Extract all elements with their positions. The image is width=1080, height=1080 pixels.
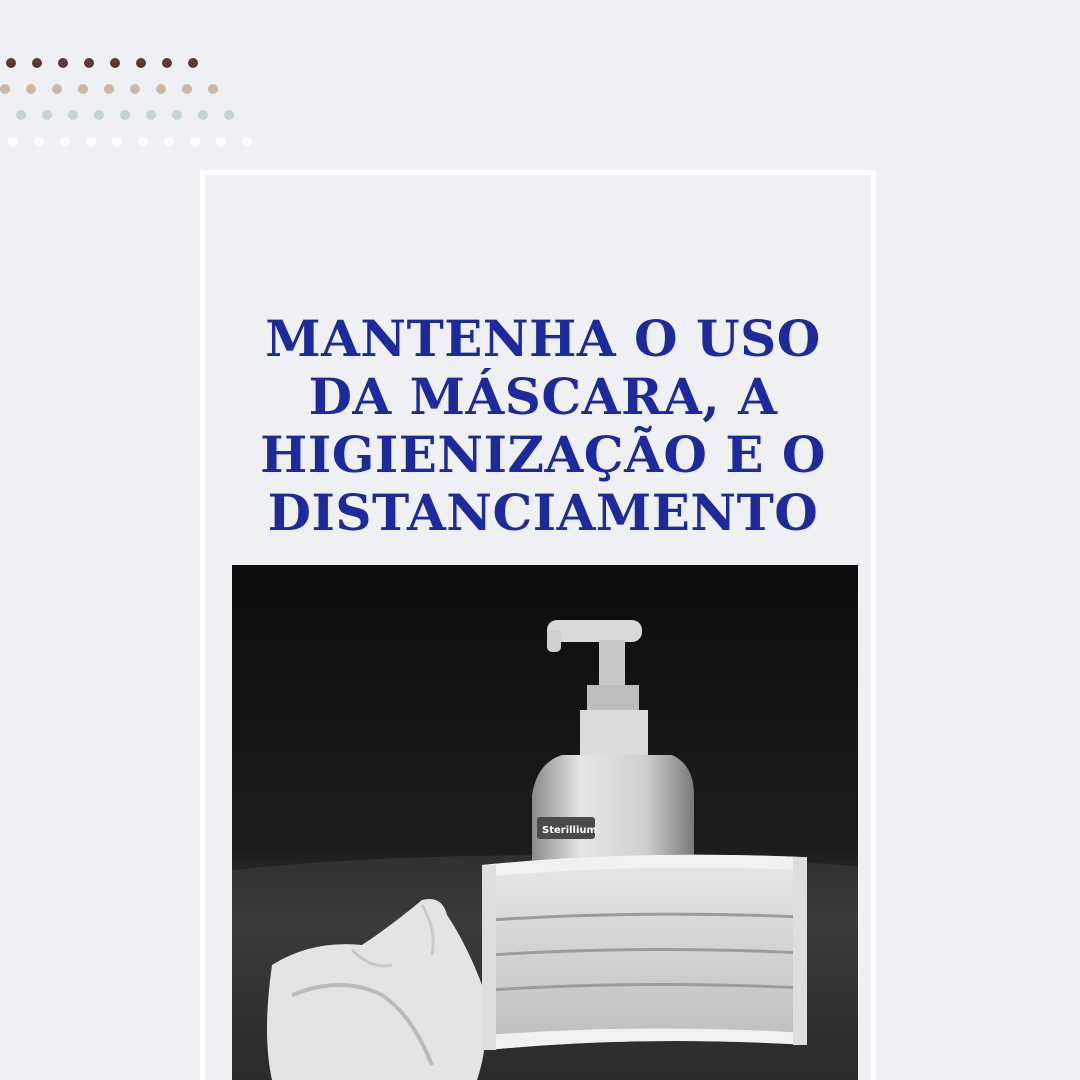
decor-dot bbox=[188, 58, 198, 68]
headline-line-2: DA MÁSCARA, A bbox=[308, 367, 778, 426]
headline: MANTENHA O USO DA MÁSCARA, A HIGIENIZAÇÃ… bbox=[205, 310, 881, 542]
decor-dot bbox=[242, 137, 252, 147]
decor-dot bbox=[136, 58, 146, 68]
decor-dot bbox=[68, 110, 78, 120]
decor-dot bbox=[26, 84, 36, 94]
decor-dot bbox=[60, 137, 70, 147]
decor-dot bbox=[130, 84, 140, 94]
decor-dot bbox=[58, 58, 68, 68]
decor-dot bbox=[216, 137, 226, 147]
decor-dot bbox=[198, 110, 208, 120]
decor-dot bbox=[86, 137, 96, 147]
decor-dot bbox=[8, 137, 18, 147]
decor-dot bbox=[78, 84, 88, 94]
sanitizer-mask-photo: Sterillium bbox=[232, 565, 858, 1080]
decor-dot bbox=[224, 110, 234, 120]
surgical-mask bbox=[482, 854, 807, 1050]
decor-dot bbox=[84, 58, 94, 68]
decor-dot bbox=[162, 58, 172, 68]
decor-dot bbox=[164, 137, 174, 147]
decor-dot bbox=[34, 137, 44, 147]
decor-dot bbox=[110, 58, 120, 68]
decor-dot bbox=[156, 84, 166, 94]
photo-illustration: Sterillium bbox=[232, 565, 858, 1080]
decor-dot bbox=[120, 110, 130, 120]
decor-dot bbox=[32, 58, 42, 68]
decor-dot bbox=[112, 137, 122, 147]
decor-dot bbox=[138, 137, 148, 147]
decor-dot bbox=[42, 110, 52, 120]
decor-dot bbox=[146, 110, 156, 120]
decor-dot bbox=[94, 110, 104, 120]
bottle-label: Sterillium bbox=[542, 825, 597, 836]
decor-dot bbox=[190, 137, 200, 147]
headline-line-1: MANTENHA O USO bbox=[265, 309, 821, 368]
decor-dot bbox=[52, 84, 62, 94]
decor-dot bbox=[208, 84, 218, 94]
decor-dot bbox=[0, 84, 10, 94]
decor-dot bbox=[182, 84, 192, 94]
decor-dot bbox=[104, 84, 114, 94]
decorative-dot-grid bbox=[0, 0, 270, 160]
headline-line-3: HIGIENIZAÇÃO E O bbox=[260, 425, 826, 484]
headline-line-4: DISTANCIAMENTO bbox=[267, 483, 819, 542]
decor-dot bbox=[6, 58, 16, 68]
decor-dot bbox=[172, 110, 182, 120]
decor-dot bbox=[16, 110, 26, 120]
